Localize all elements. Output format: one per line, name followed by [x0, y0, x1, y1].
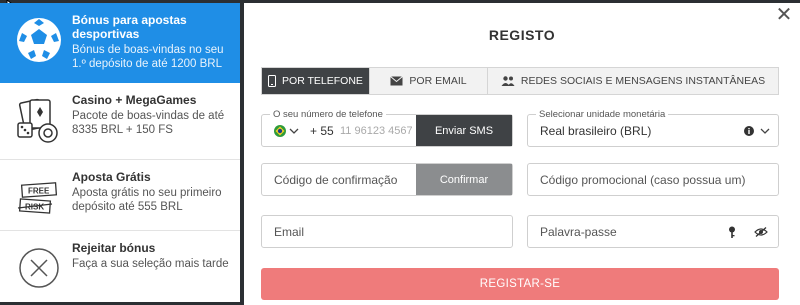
- country-selector[interactable]: [274, 125, 299, 137]
- tab-phone[interactable]: POR TELEFONE: [262, 68, 370, 94]
- soccer-ball-icon: [17, 18, 61, 62]
- chevron-down-icon: [289, 128, 299, 134]
- confirmation-code-input[interactable]: Código de confirmação: [274, 173, 397, 187]
- chevron-down-icon: [760, 128, 770, 134]
- registration-tabs: POR TELEFONE POR EMAIL REDES SOCIAIS E M…: [261, 67, 779, 95]
- brazil-flag-icon: [274, 125, 286, 137]
- bonus-title: Bónus para apostas desportivas: [72, 13, 187, 41]
- send-sms-button[interactable]: Enviar SMS: [416, 115, 512, 146]
- bonus-option-reject[interactable]: Rejeitar bónus Faça a sua seleção mais t…: [0, 231, 240, 302]
- country-code: + 55: [310, 124, 334, 138]
- tab-social[interactable]: REDES SOCIAIS E MENSAGENS INSTANTÂNEAS: [488, 68, 778, 94]
- bonus-description: Pacote de boas-vindas de até 8335 BRL + …: [72, 110, 225, 136]
- bonus-selection-panel: Bónus para apostas desportivas Bónus de …: [0, 3, 240, 302]
- casino-cards-dice-icon: [17, 98, 58, 143]
- page-title: REGISTO: [488, 27, 556, 43]
- phone-field-label: O seu número de telefone: [270, 109, 386, 120]
- password-field[interactable]: Palavra-passe: [527, 215, 779, 248]
- bonus-description: Bónus de boas-vindas no seu 1.º depósito…: [72, 44, 224, 70]
- bonus-option-sports[interactable]: Bónus para apostas desportivas Bónus de …: [0, 3, 240, 83]
- password-input: Palavra-passe: [540, 225, 617, 239]
- promo-code-field[interactable]: Código promocional (caso possua um): [527, 163, 779, 196]
- email-input: Email: [274, 225, 305, 239]
- bonus-description: Aposta grátis no seu primeiro depósito a…: [72, 187, 222, 213]
- key-icon[interactable]: [728, 226, 736, 239]
- free-risk-bet-icon: FREE RISK: [17, 182, 58, 214]
- tab-label: POR EMAIL: [409, 75, 467, 87]
- bonus-option-casino[interactable]: Casino + MegaGames Pacote de boas-vindas…: [0, 83, 240, 160]
- bonus-title: Aposta Grátis: [72, 170, 151, 184]
- currency-select[interactable]: Selecionar unidade monetária Real brasil…: [527, 109, 779, 147]
- bonus-description: Faça a sua seleção mais tarde: [72, 258, 229, 270]
- envelope-icon: [390, 76, 404, 86]
- free-label: FREE: [28, 187, 50, 196]
- tab-label: POR TELEFONE: [282, 75, 363, 87]
- info-icon[interactable]: [744, 126, 754, 136]
- people-icon: [501, 76, 515, 86]
- registration-modal: ✕ REGISTO POR TELEFONE POR EMAIL REDES S…: [244, 3, 800, 305]
- phone-field: O seu número de telefone + 55 11 96123 4…: [261, 109, 513, 147]
- confirmation-code-field: Código de confirmação Confirmar: [261, 163, 513, 196]
- register-button[interactable]: REGISTAR-SE: [261, 268, 779, 300]
- bonus-option-free-bet[interactable]: FREE RISK Aposta Grátis Aposta grátis no…: [0, 160, 240, 231]
- bonus-title: Casino + MegaGames: [72, 93, 197, 107]
- promo-code-input: Código promocional (caso possua um): [540, 173, 746, 187]
- confirm-button[interactable]: Confirmar: [416, 164, 512, 195]
- close-icon[interactable]: ✕: [774, 5, 794, 25]
- phone-input[interactable]: 11 96123 4567: [340, 125, 412, 137]
- currency-value: Real brasileiro (BRL): [540, 124, 652, 138]
- eye-slash-icon[interactable]: [754, 227, 768, 237]
- email-field[interactable]: Email: [261, 215, 513, 248]
- tab-email[interactable]: POR EMAIL: [370, 68, 488, 94]
- bonus-title: Rejeitar bónus: [72, 241, 156, 255]
- tab-label: REDES SOCIAIS E MENSAGENS INSTANTÂNEAS: [520, 75, 766, 87]
- currency-field-label: Selecionar unidade monetária: [536, 109, 669, 120]
- reject-x-icon: [19, 248, 59, 288]
- phone-icon: [268, 75, 277, 87]
